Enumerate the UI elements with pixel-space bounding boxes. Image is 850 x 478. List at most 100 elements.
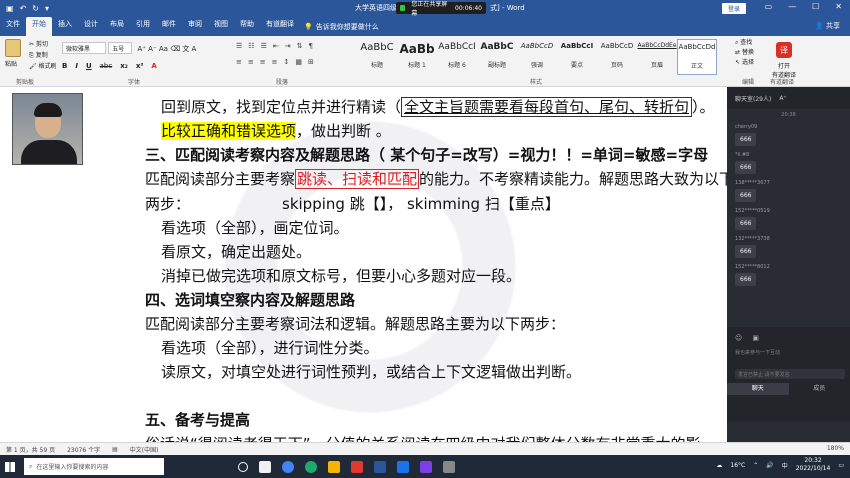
customize-icon[interactable]: ▾	[45, 4, 49, 13]
clock[interactable]: 20:32 2022/10/14	[796, 457, 831, 473]
undo-icon[interactable]: ↶	[20, 4, 27, 13]
close-icon[interactable]: ✕	[835, 2, 842, 11]
image-icon[interactable]: ▣	[752, 334, 759, 342]
replace-button[interactable]: ⇄ 替换	[735, 48, 754, 58]
sort-icon[interactable]: ⇅	[297, 42, 303, 50]
multilevel-icon[interactable]: ☰	[261, 42, 267, 50]
tab-review[interactable]: 审阅	[182, 17, 208, 36]
screen-share-indicator[interactable]: 您正在共享屏幕 00:06:40	[396, 1, 486, 17]
scissors-icon: ✂	[29, 41, 35, 48]
tab-chat[interactable]: 聊天	[727, 383, 789, 395]
superscript-button[interactable]: x²	[136, 62, 144, 70]
windows-icon	[5, 461, 15, 472]
app-gray-icon[interactable]	[443, 460, 455, 473]
browser-icon[interactable]	[397, 460, 409, 473]
font-size-button[interactable]: A⁺	[779, 95, 786, 102]
highlighted-text: 比较正确和错误选项	[161, 122, 297, 140]
volume-icon[interactable]: 🔊	[766, 462, 773, 469]
page-count[interactable]: 第 1 页，共 59 页	[6, 445, 55, 454]
tab-mailings[interactable]: 邮件	[156, 17, 182, 36]
app-red-icon[interactable]	[351, 460, 363, 473]
task-view-icon[interactable]	[238, 461, 248, 472]
shading-icon[interactable]: ▦	[295, 58, 302, 66]
justify-icon[interactable]: ≡	[272, 58, 278, 66]
underline-button[interactable]: U	[86, 62, 92, 70]
tab-help[interactable]: 帮助	[234, 17, 260, 36]
font-size-select[interactable]: 五号	[108, 42, 133, 54]
share-button[interactable]: 👤 共享	[815, 21, 840, 31]
tray-chevron-icon[interactable]: ⌃	[753, 462, 758, 469]
section-heading-4: 四、选词填空察内容及解题思路	[145, 291, 356, 309]
edge-icon[interactable]	[305, 460, 317, 473]
grow-font-icon[interactable]: A⁺ A⁻ Aa ⌫ 文 A	[137, 45, 196, 53]
emoji-icon[interactable]: ☺	[735, 334, 742, 342]
increase-indent-icon[interactable]: ⇥	[285, 42, 291, 50]
redo-icon[interactable]: ↻	[32, 4, 39, 13]
paste-icon[interactable]	[5, 39, 21, 57]
tab-references[interactable]: 引用	[130, 17, 156, 36]
minimize-icon[interactable]: —	[788, 2, 796, 11]
notification-icon[interactable]: ▭	[838, 462, 844, 469]
align-right-icon[interactable]: ≡	[260, 58, 266, 66]
font-name-select[interactable]: 微软雅黑	[62, 42, 106, 54]
decrease-indent-icon[interactable]: ⇤	[273, 42, 279, 50]
style-emphasis[interactable]: AaBbCcD 强调	[517, 39, 557, 75]
start-button[interactable]	[0, 455, 20, 478]
italic-button[interactable]: I	[75, 62, 78, 70]
ribbon-display-icon[interactable]: ▭	[765, 2, 773, 11]
chat-message: 138*****3677 666	[735, 180, 850, 202]
strikethrough-button[interactable]: abc	[100, 62, 113, 70]
ime-indicator[interactable]: 中	[782, 461, 788, 470]
find-button[interactable]: ⌕ 查找	[735, 38, 754, 48]
settings-icon[interactable]	[259, 460, 271, 473]
style-normal[interactable]: AaBbCcDd 正文	[677, 39, 717, 75]
tab-youdao[interactable]: 有道翻译	[260, 17, 300, 36]
style-heading-1[interactable]: AaBb 标题 1	[397, 39, 437, 75]
tell-me-search[interactable]: 💡 告诉我你想要做什么	[304, 17, 379, 36]
style-title[interactable]: AaBbC 标题	[357, 39, 397, 75]
style-subtitle[interactable]: AaBbC 副标题	[477, 39, 517, 75]
align-left-icon[interactable]: ≡	[236, 58, 242, 66]
powerpoint-icon[interactable]	[420, 460, 432, 473]
tab-home[interactable]: 开始	[26, 17, 52, 36]
chrome-icon[interactable]	[282, 460, 294, 473]
chat-input[interactable]: 发言已禁止 请不要发言	[735, 369, 845, 379]
taskbar-search[interactable]: ⌕ 在这里输入你要搜索的内容	[24, 458, 164, 475]
font-color-button[interactable]: A	[151, 62, 156, 70]
align-center-icon[interactable]: ≡	[248, 58, 254, 66]
bold-button[interactable]: B	[62, 62, 67, 70]
login-button[interactable]: 登录	[722, 3, 747, 14]
tab-layout[interactable]: 布局	[104, 17, 130, 36]
zoom-level[interactable]: 180%	[827, 445, 844, 452]
file-explorer-icon[interactable]	[328, 460, 340, 473]
select-button[interactable]: ↖ 选择	[735, 58, 754, 68]
style-header[interactable]: AaBbCcDdEe 页眉	[637, 39, 677, 75]
word-icon[interactable]	[374, 460, 386, 473]
maximize-icon[interactable]: ☐	[812, 2, 819, 11]
line-spacing-icon[interactable]: ↕	[284, 58, 290, 66]
paste-button[interactable]: 粘贴	[5, 59, 21, 68]
numbering-icon[interactable]: ☷	[248, 42, 254, 50]
bullets-icon[interactable]: ☰	[236, 42, 242, 50]
youdao-translate-button[interactable]: 译 打开 有道翻译	[770, 42, 798, 79]
tab-design[interactable]: 设计	[78, 17, 104, 36]
borders-icon[interactable]: ⊞	[308, 58, 314, 66]
tab-members[interactable]: 成员	[789, 383, 850, 395]
weather-temp[interactable]: 16°C	[730, 462, 745, 469]
copy-icon: ⎘	[29, 52, 34, 59]
proofing-icon[interactable]: ▤	[112, 446, 118, 453]
subscript-button[interactable]: x₂	[120, 62, 128, 70]
tab-view[interactable]: 视图	[208, 17, 234, 36]
language-indicator[interactable]: 中文(中国)	[130, 445, 159, 454]
style-heading-6[interactable]: AaBbCcI 标题 6	[437, 39, 477, 75]
doc-line-10: 匹配阅读部分主要考察词法和逻辑。解题思路主要为以下两步：	[145, 315, 566, 333]
save-icon[interactable]: ▣	[6, 4, 14, 13]
tab-file[interactable]: 文件	[0, 17, 26, 36]
tab-insert[interactable]: 插入	[52, 17, 78, 36]
weather-icon[interactable]: ☁	[716, 462, 722, 469]
style-strong[interactable]: AaBbCcI 要点	[557, 39, 597, 75]
word-count[interactable]: 23076 个字	[67, 445, 100, 454]
style-page-number[interactable]: AaBbCcD 页码	[597, 39, 637, 75]
show-marks-icon[interactable]: ¶	[308, 42, 312, 50]
document-canvas[interactable]: 回到原文，找到定位点并进行精读（ 全文主旨题需要看每段首句、尾句、转折句）。 比较…	[0, 87, 727, 442]
